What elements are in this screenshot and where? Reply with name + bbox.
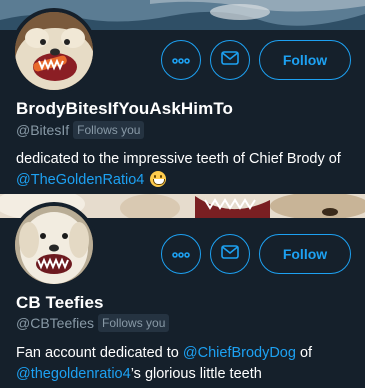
user-card[interactable]: Follow BrodyBitesIfYouAskHimTo @BitesIf …: [0, 0, 365, 194]
follow-button[interactable]: Follow: [259, 234, 351, 274]
user-handle[interactable]: @BitesIf: [16, 122, 69, 138]
bio-mention-link[interactable]: @thegoldenratio4: [16, 366, 131, 382]
bio-mention-link[interactable]: @TheGoldenRatio4: [16, 172, 144, 188]
profile-actions: Follow: [161, 40, 351, 80]
message-button[interactable]: [210, 40, 250, 80]
bio-mention-link[interactable]: @ChiefBrodyDog: [183, 345, 296, 361]
avatar[interactable]: [11, 202, 97, 288]
user-card[interactable]: Follow CB Teefies @CBTeefies Follows you…: [0, 194, 365, 388]
display-name[interactable]: CB Teefies: [16, 293, 104, 313]
follows-you-badge: Follows you: [98, 314, 170, 332]
envelope-icon: [221, 244, 239, 264]
user-handle[interactable]: @CBTeefies: [16, 315, 94, 331]
display-name[interactable]: BrodyBitesIfYouAskHimTo: [16, 99, 233, 119]
grinning-face-emoji: [150, 171, 167, 187]
user-bio: Fan account dedicated to @ChiefBrodyDog …: [16, 343, 356, 385]
avatar[interactable]: [11, 8, 97, 94]
profile-actions: Follow: [161, 234, 351, 274]
message-button[interactable]: [210, 234, 250, 274]
follows-you-badge: Follows you: [73, 121, 145, 139]
bio-text: of: [295, 345, 313, 361]
more-icon: [172, 245, 190, 263]
more-button[interactable]: [161, 40, 201, 80]
handle-row: @CBTeefies Follows you: [16, 314, 170, 332]
envelope-icon: [221, 50, 239, 70]
bio-text: ’s glorious little teeth: [130, 366, 262, 382]
handle-row: @BitesIf Follows you: [16, 121, 145, 139]
more-button[interactable]: [161, 234, 201, 274]
bio-text: dedicated to the impressive teeth of Chi…: [16, 151, 341, 167]
follow-button[interactable]: Follow: [259, 40, 351, 80]
user-bio: dedicated to the impressive teeth of Chi…: [16, 149, 356, 191]
bio-text: Fan account dedicated to: [16, 345, 183, 361]
more-icon: [172, 51, 190, 69]
